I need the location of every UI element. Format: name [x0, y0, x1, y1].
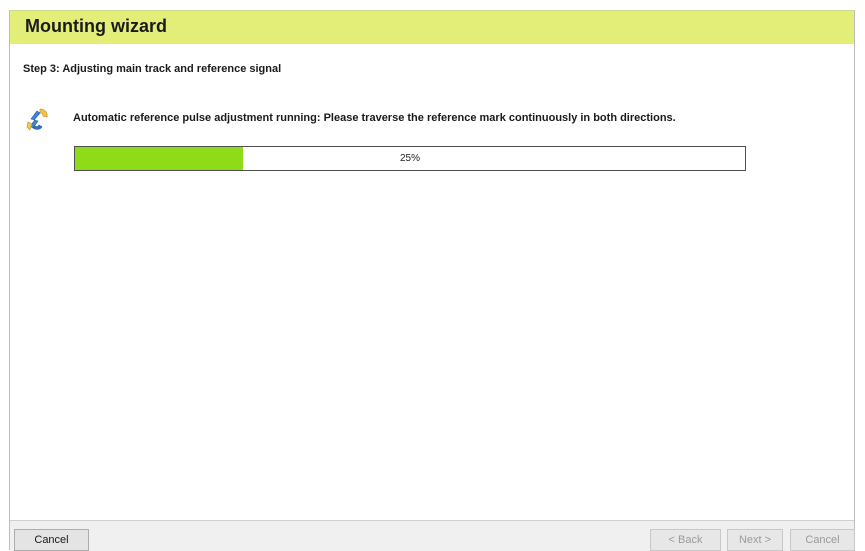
mounting-wizard-window: Mounting wizard Step 3: Adjusting main t…: [9, 10, 855, 551]
progress-label: 25%: [399, 153, 420, 164]
progress-bar: 25%: [74, 146, 746, 171]
wizard-title: Mounting wizard: [25, 16, 167, 36]
step-label: Step 3: Adjusting main track and referen…: [23, 63, 282, 75]
wizard-header: Mounting wizard: [10, 11, 854, 44]
wizard-footer: Cancel < Back Next > Cancel: [10, 520, 855, 551]
status-message: Automatic reference pulse adjustment run…: [73, 112, 676, 124]
adjustment-process-icon: [26, 108, 48, 131]
